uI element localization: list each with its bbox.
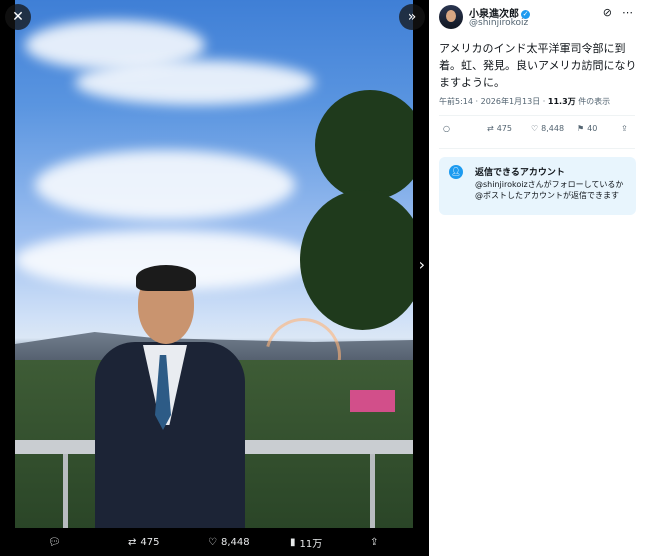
- post-photo[interactable]: [15, 0, 413, 528]
- bookmark-icon: ⚑: [577, 124, 585, 133]
- x-post-viewer: ✕ » › 💬︎ ⇄ 475 ♡ 8,448 ▮ 11万 ⇪ 小泉進次郎 ✓ @…: [0, 0, 645, 556]
- heart-icon: ♡: [208, 536, 217, 548]
- tree: [315, 90, 413, 200]
- media-retweet-count: 475: [140, 536, 160, 548]
- post-date[interactable]: 2026年1月13日: [481, 97, 541, 106]
- reply-notice-body: @shinjirokoizさんがフォローしているか@ポストしたアカウントが返信で…: [475, 180, 624, 200]
- divider: [439, 148, 635, 149]
- user-icon: 👤︎: [449, 165, 463, 179]
- media-share-button[interactable]: ⇪: [370, 537, 378, 548]
- post-action-bar: ○ ⇄ 475 ♡ 8,448 ⚑ 40 ⇪: [439, 124, 639, 144]
- more-icon[interactable]: ⋯: [622, 6, 633, 19]
- person-hair: [136, 265, 196, 291]
- author-handle[interactable]: @shinjirokoiz: [469, 18, 528, 28]
- media-action-bar: 💬︎ ⇄ 475 ♡ 8,448 ▮ 11万 ⇪: [0, 528, 429, 556]
- bookmark-count: 40: [587, 124, 598, 133]
- media-views-button[interactable]: ▮ 11万: [290, 535, 322, 550]
- separator: ·: [475, 97, 479, 106]
- post-panel: 小泉進次郎 ✓ @shinjirokoiz ⊘ ⋯ アメリカのインド太平洋軍司令部…: [429, 0, 645, 556]
- fence-post: [370, 454, 375, 528]
- bar-chart-icon: ▮: [290, 536, 296, 548]
- post-time[interactable]: 午前5:14: [439, 97, 473, 106]
- expand-button[interactable]: »: [399, 4, 425, 30]
- heart-icon: ♡: [531, 124, 539, 133]
- chevrons-right-icon: »: [407, 9, 417, 25]
- avatar[interactable]: [439, 5, 463, 29]
- cloud: [75, 60, 315, 105]
- like-button[interactable]: ♡ 8,448: [531, 124, 564, 133]
- reply-icon: 💬︎: [48, 536, 61, 548]
- post-text: アメリカのインド太平洋軍司令部に到着。虹、発見。良いアメリカ訪問になりますように…: [439, 42, 637, 89]
- media-viewer: ✕ » › 💬︎ ⇄ 475 ♡ 8,448 ▮ 11万 ⇪: [0, 0, 429, 556]
- grok-icon[interactable]: ⊘: [603, 6, 612, 19]
- post-meta: 午前5:14 · 2026年1月13日 · 11.3万 件の表示: [439, 96, 610, 107]
- divider: [439, 115, 635, 116]
- reply-icon: ○: [443, 124, 450, 133]
- tree: [300, 190, 413, 330]
- post-header-actions: ⊘ ⋯: [603, 6, 633, 19]
- share-button[interactable]: ⇪: [621, 124, 628, 133]
- media-reply-button[interactable]: 💬︎: [48, 537, 65, 548]
- building: [350, 390, 395, 412]
- share-icon: ⇪: [370, 536, 379, 548]
- close-button[interactable]: ✕: [5, 4, 31, 30]
- reply-button[interactable]: ○: [443, 124, 450, 133]
- share-icon: ⇪: [621, 124, 628, 133]
- reply-restriction-notice: 👤︎ 返信できるアカウント @shinjirokoizさんがフォローしているか@…: [439, 157, 636, 215]
- avatar-face: [446, 10, 456, 22]
- retweet-icon: ⇄: [487, 124, 494, 133]
- media-like-button[interactable]: ♡ 8,448: [208, 537, 250, 548]
- close-icon: ✕: [12, 9, 24, 25]
- post-views: 11.3万: [547, 97, 576, 106]
- reply-notice-title: 返信できるアカウント: [475, 168, 565, 178]
- media-retweet-button[interactable]: ⇄ 475: [128, 537, 159, 548]
- separator: ·: [542, 97, 546, 106]
- retweet-count: 475: [496, 124, 512, 133]
- fence-post: [63, 454, 68, 528]
- chevron-right-icon: ›: [418, 255, 425, 274]
- media-like-count: 8,448: [220, 536, 250, 548]
- media-views-count: 11万: [299, 538, 323, 550]
- retweet-button[interactable]: ⇄ 475: [487, 124, 512, 133]
- like-count: 8,448: [541, 124, 565, 133]
- retweet-icon: ⇄: [128, 536, 137, 548]
- cloud: [35, 150, 295, 220]
- bookmark-button[interactable]: ⚑ 40: [577, 124, 597, 133]
- views-suffix: 件の表示: [578, 97, 611, 106]
- next-image-button[interactable]: ›: [419, 255, 425, 274]
